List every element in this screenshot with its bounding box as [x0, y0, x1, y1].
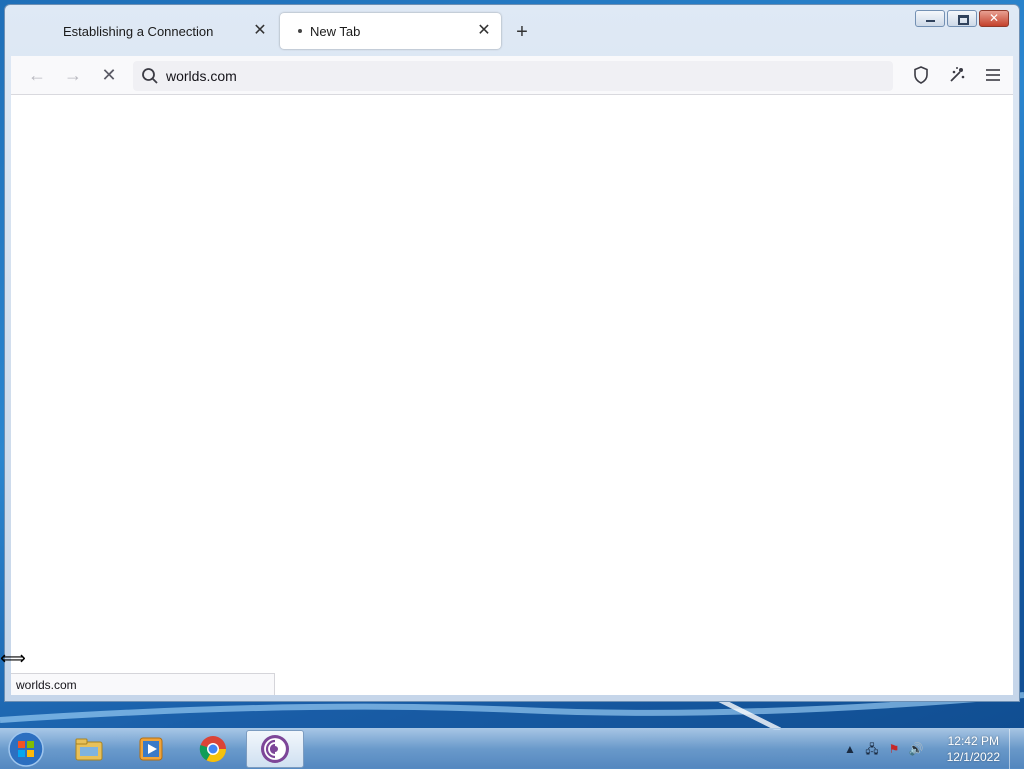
clock-date: 12/1/2022 — [946, 750, 1000, 764]
maximize-button[interactable] — [947, 10, 977, 27]
taskbar-chrome[interactable] — [186, 730, 240, 768]
shield-icon[interactable] — [910, 64, 932, 86]
show-hidden-icons-icon[interactable]: ▲ — [842, 741, 858, 757]
media-player-icon — [139, 737, 163, 761]
url-bar[interactable]: worlds.com — [133, 61, 893, 91]
close-icon[interactable]: ✕ — [475, 22, 493, 40]
search-icon — [142, 68, 158, 84]
explorer-icon — [75, 738, 103, 761]
loading-dot-icon — [298, 29, 302, 33]
taskbar-tor-browser[interactable] — [246, 730, 304, 768]
close-icon[interactable]: ✕ — [251, 22, 269, 40]
back-arrow-icon[interactable]: ← — [25, 63, 49, 87]
taskbar: ▲ 🖧 ⚑ 🔊 12:42 PM 12/1/2022 — [0, 728, 1024, 769]
tab-label: New Tab — [310, 23, 361, 39]
network-icon[interactable]: 🖧 — [864, 741, 880, 757]
status-url-tooltip: worlds.com — [11, 673, 275, 695]
tab-label: Establishing a Connection — [63, 23, 214, 39]
minimize-button[interactable] — [915, 10, 945, 27]
menu-hamburger-icon[interactable] — [982, 64, 1004, 86]
url-text: worlds.com — [166, 68, 237, 84]
stop-loading-icon[interactable]: ✕ — [97, 63, 121, 87]
close-window-button[interactable] — [979, 10, 1009, 27]
forward-arrow-icon[interactable]: → — [61, 63, 85, 87]
browser-window: Establishing a Connection ✕ New Tab ✕ + … — [4, 4, 1020, 702]
start-button[interactable] — [6, 730, 46, 768]
page-content: worlds.com — [11, 95, 1013, 695]
tab-new-tab[interactable]: New Tab ✕ — [280, 13, 501, 49]
new-tab-button[interactable]: + — [510, 21, 534, 45]
tor-browser-icon — [261, 735, 289, 763]
show-desktop-button[interactable] — [1009, 729, 1024, 769]
tor-circuit-icon[interactable] — [946, 64, 968, 86]
system-tray: ▲ 🖧 ⚑ 🔊 12:42 PM 12/1/2022 — [834, 729, 1024, 769]
clock[interactable]: 12:42 PM 12/1/2022 — [947, 733, 1000, 765]
tab-establishing-connection[interactable]: Establishing a Connection ✕ — [49, 13, 277, 49]
tab-strip: Establishing a Connection ✕ New Tab ✕ + — [5, 13, 1019, 55]
taskbar-explorer[interactable] — [62, 730, 116, 768]
resize-cursor-icon: ⟺ — [0, 648, 26, 668]
clock-time: 12:42 PM — [947, 734, 999, 748]
action-center-flag-icon[interactable]: ⚑ — [886, 741, 902, 757]
volume-icon[interactable]: 🔊 — [908, 741, 924, 757]
chrome-icon — [199, 736, 227, 763]
taskbar-media-player[interactable] — [124, 730, 178, 768]
window-controls — [913, 10, 1009, 28]
navigation-toolbar: ← → ✕ worlds.com — [11, 56, 1013, 95]
